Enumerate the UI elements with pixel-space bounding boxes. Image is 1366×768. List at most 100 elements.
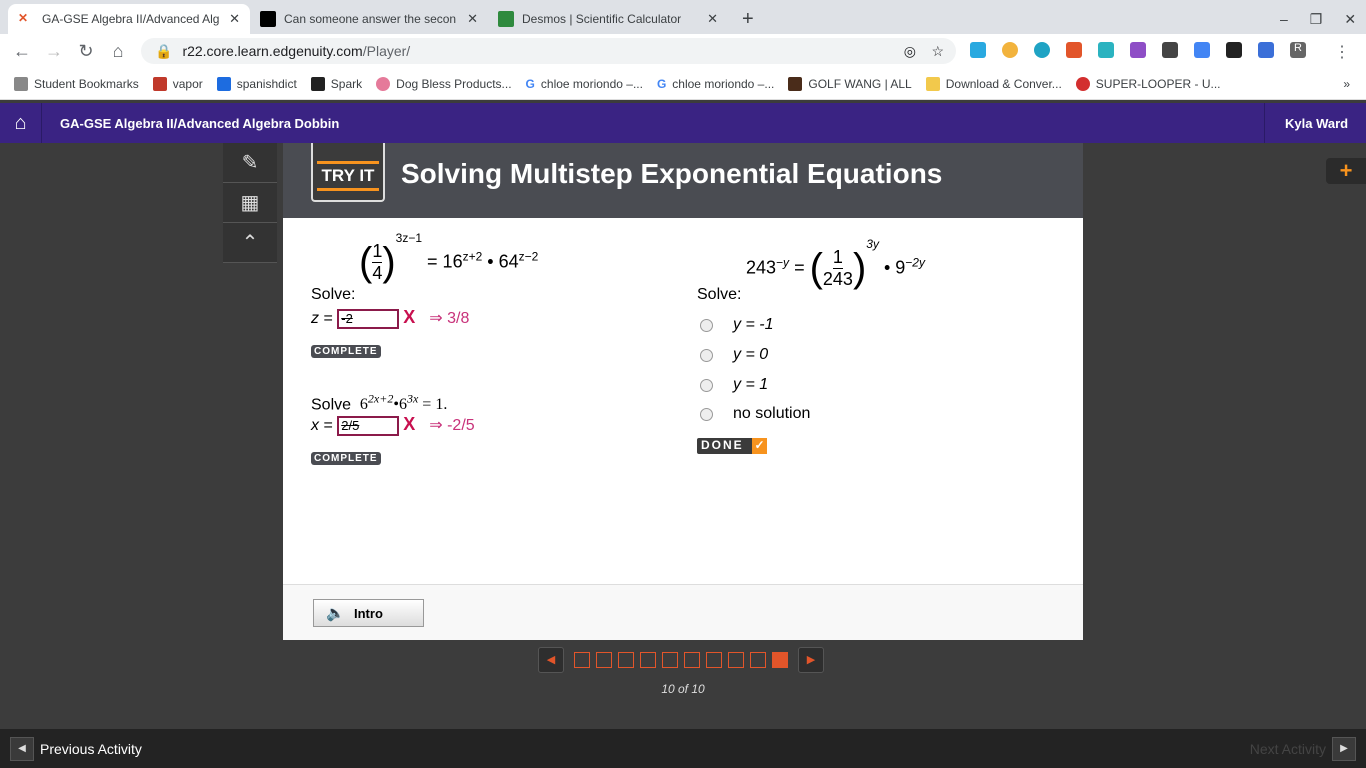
address-bar[interactable]: 🔒 r22.core.learn.edgenuity.com/Player/ ◎ ☆ <box>141 38 956 64</box>
eq-part: 243 <box>822 269 853 289</box>
bookmark[interactable]: vapor <box>152 76 203 91</box>
page-button-7[interactable] <box>706 652 722 668</box>
next-page-button[interactable]: ▶ <box>798 647 824 673</box>
close-tab-icon[interactable]: ✕ <box>707 11 718 27</box>
bookmark-label: Student Bookmarks <box>34 76 139 91</box>
exponent: −y <box>776 255 790 270</box>
page-button-2[interactable] <box>596 652 612 668</box>
restore-icon[interactable]: ❐ <box>1310 11 1323 28</box>
bookmark[interactable]: Download & Conver... <box>925 76 1062 91</box>
translate-icon[interactable] <box>1194 42 1210 58</box>
reload-icon[interactable]: ↻ <box>70 41 102 62</box>
radio-button[interactable] <box>700 407 713 421</box>
tab-title: GA-GSE Algebra II/Advanced Alg <box>42 12 220 26</box>
folder-icon <box>925 76 940 91</box>
new-tab-button[interactable]: + <box>732 4 764 34</box>
tab-brainly[interactable]: Can someone answer the secon ✕ <box>250 4 488 34</box>
extension-icon[interactable] <box>1226 42 1242 58</box>
bookmark[interactable]: Gchloe moriondo –... <box>526 77 643 91</box>
bookmark[interactable]: SUPER-LOOPER - U... <box>1075 76 1220 91</box>
close-tab-icon[interactable]: ✕ <box>467 11 478 27</box>
eq-part: 6 <box>359 396 368 414</box>
exponent: −2y <box>905 255 925 270</box>
bookmark-label: Dog Bless Products... <box>396 76 512 91</box>
dogbless-icon <box>376 76 391 91</box>
previous-activity-button[interactable]: ◀ Previous Activity <box>10 737 142 761</box>
minimize-icon[interactable]: – <box>1280 11 1288 27</box>
answer-input[interactable]: 2/5 <box>337 415 400 436</box>
extension-icon[interactable] <box>1002 42 1018 58</box>
option-2[interactable]: y = 0 <box>697 346 768 364</box>
profile-avatar[interactable]: R <box>1290 42 1306 58</box>
page-button-1[interactable] <box>574 652 590 668</box>
option-1[interactable]: y = -1 <box>697 316 773 334</box>
google-icon: G <box>656 76 667 91</box>
eq-part: 243 <box>746 257 777 278</box>
bookmark[interactable]: GOLF WANG | ALL <box>788 76 912 91</box>
tab-desmos[interactable]: Desmos | Scientific Calculator ✕ <box>488 4 728 34</box>
forward-icon[interactable]: → <box>38 41 70 62</box>
extension-icon[interactable] <box>1258 42 1274 58</box>
pencil-icon[interactable]: ✎ <box>223 143 277 183</box>
bookmark[interactable]: Dog Bless Products... <box>376 76 512 91</box>
close-window-icon[interactable]: ✕ <box>1344 11 1356 28</box>
bookmark-label: chloe moriondo –... <box>672 76 775 91</box>
option-3[interactable]: y = 1 <box>697 376 768 394</box>
page-button-8[interactable] <box>728 652 744 668</box>
user-name[interactable]: Kyla Ward <box>1264 103 1366 143</box>
home-button[interactable]: ⌂ <box>0 103 42 143</box>
radio-button[interactable] <box>700 348 713 362</box>
page-button-6[interactable] <box>684 652 700 668</box>
variable: z <box>311 310 319 327</box>
incorrect-icon: X <box>403 307 416 327</box>
home-icon[interactable]: ⌂ <box>102 41 134 62</box>
prev-page-button[interactable]: ◀ <box>538 647 564 673</box>
extension-icon[interactable] <box>1066 42 1082 58</box>
desmos-icon <box>498 11 514 27</box>
checkmark-icon: ✓ <box>752 438 767 454</box>
page-button-4[interactable] <box>640 652 656 668</box>
correct-answer: ⇒ -2/5 <box>429 417 475 434</box>
page-button-5[interactable] <box>662 652 678 668</box>
star-icon[interactable]: ☆ <box>931 43 944 60</box>
extension-icon[interactable] <box>1130 42 1146 58</box>
page-button-3[interactable] <box>618 652 634 668</box>
more-bookmarks-icon[interactable]: » <box>1343 77 1350 91</box>
window-controls[interactable]: – ❐ ✕ <box>1270 4 1366 34</box>
extension-icon[interactable] <box>1098 42 1114 58</box>
url-host: r22.core.learn.edgenuity.com <box>182 43 363 59</box>
close-tab-icon[interactable]: ✕ <box>229 11 240 27</box>
eq-part: • 64 <box>487 251 519 272</box>
golfwang-icon <box>788 76 803 91</box>
next-activity-button[interactable]: Next Activity ▶ <box>1250 737 1356 761</box>
activity-nav-bar: ◀ Previous Activity Next Activity ▶ <box>0 729 1366 768</box>
done-label: DONE <box>701 438 744 452</box>
calculator-icon[interactable]: ▦ <box>223 183 277 223</box>
option-4[interactable]: no solution <box>697 405 810 423</box>
back-icon[interactable]: ← <box>6 41 38 62</box>
extension-icon[interactable] <box>1034 42 1050 58</box>
plus-icon[interactable]: + <box>1326 158 1366 184</box>
page-button-10[interactable] <box>772 652 788 668</box>
bookmark[interactable]: spanishdict <box>216 76 297 91</box>
menu-icon[interactable]: ⋮ <box>1334 42 1350 61</box>
badge-label: TRY IT <box>321 166 375 185</box>
prev-label: Previous Activity <box>40 741 142 757</box>
page-button-9[interactable] <box>750 652 766 668</box>
extension-icon[interactable] <box>1162 42 1178 58</box>
bookmark[interactable]: Spark <box>310 76 362 91</box>
page-navigator: ◀ ▶ <box>538 647 824 673</box>
highlighter-icon[interactable]: ⌃ <box>223 223 277 263</box>
bookmark[interactable]: Student Bookmarks <box>14 76 139 91</box>
location-icon[interactable]: ◎ <box>904 43 916 60</box>
radio-button[interactable] <box>700 378 713 392</box>
bookmark-label: chloe moriondo –... <box>540 76 643 91</box>
answer-input[interactable]: -2 <box>337 308 400 329</box>
done-button[interactable]: DONE ✓ <box>697 438 767 454</box>
bookmark[interactable]: Gchloe moriondo –... <box>657 77 774 91</box>
extension-icon[interactable] <box>970 42 986 58</box>
radio-button[interactable] <box>700 318 713 332</box>
incorrect-icon: X <box>403 414 416 434</box>
tab-edgenuity[interactable]: ✕ GA-GSE Algebra II/Advanced Alg ✕ <box>8 4 250 34</box>
page-count: 10 of 10 <box>661 682 705 696</box>
